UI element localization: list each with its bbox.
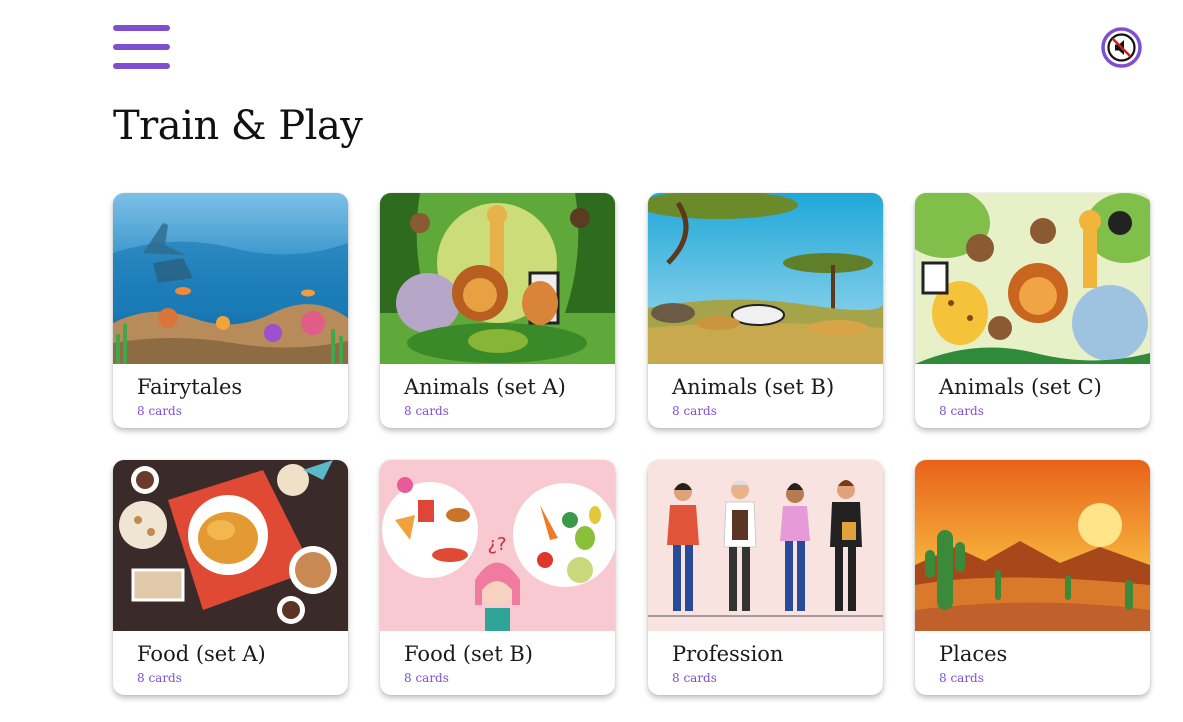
menu-bar bbox=[113, 63, 170, 69]
animals-set-b-thumbnail bbox=[648, 193, 883, 364]
card-count: 8 cards bbox=[404, 671, 449, 685]
fairytales-thumbnail bbox=[113, 193, 348, 364]
sound-toggle-button[interactable] bbox=[1101, 27, 1142, 68]
animals-set-c-thumbnail bbox=[915, 193, 1150, 364]
category-card-animals-set-c[interactable]: Animals (set C) 8 cards bbox=[915, 193, 1150, 428]
category-card-places[interactable]: Places 8 cards bbox=[915, 460, 1150, 695]
menu-button[interactable] bbox=[113, 25, 171, 71]
card-count: 8 cards bbox=[672, 404, 717, 418]
card-count: 8 cards bbox=[672, 671, 717, 685]
category-card-food-set-a[interactable]: Food (set A) 8 cards bbox=[113, 460, 348, 695]
menu-bar bbox=[113, 44, 170, 50]
places-thumbnail bbox=[915, 460, 1150, 631]
animals-set-a-thumbnail bbox=[380, 193, 615, 364]
food-set-b-thumbnail: ¿? bbox=[380, 460, 615, 631]
category-card-profession[interactable]: Profession 8 cards bbox=[648, 460, 883, 695]
profession-thumbnail bbox=[648, 460, 883, 631]
category-name: Animals (set A) bbox=[404, 375, 566, 399]
card-count: 8 cards bbox=[939, 671, 984, 685]
card-count: 8 cards bbox=[404, 404, 449, 418]
category-card-food-set-b[interactable]: ¿? Food (set B) 8 cards bbox=[380, 460, 615, 695]
food-set-a-thumbnail bbox=[113, 460, 348, 631]
category-card-animals-set-a[interactable]: Animals (set A) 8 cards bbox=[380, 193, 615, 428]
category-card-animals-set-b[interactable]: Animals (set B) 8 cards bbox=[648, 193, 883, 428]
category-name: Food (set A) bbox=[137, 642, 266, 666]
category-name: Places bbox=[939, 642, 1008, 666]
category-card-fairytales[interactable]: Fairytales 8 cards bbox=[113, 193, 348, 428]
category-name: Profession bbox=[672, 642, 784, 666]
category-name: Fairytales bbox=[137, 375, 243, 399]
card-count: 8 cards bbox=[137, 404, 182, 418]
page-title: Train & Play bbox=[113, 103, 363, 149]
menu-bar bbox=[113, 25, 170, 31]
card-count: 8 cards bbox=[939, 404, 984, 418]
category-name: Food (set B) bbox=[404, 642, 533, 666]
svg-text:¿?: ¿? bbox=[487, 534, 506, 555]
category-name: Animals (set B) bbox=[672, 375, 835, 399]
card-count: 8 cards bbox=[137, 671, 182, 685]
category-name: Animals (set C) bbox=[939, 375, 1102, 399]
sound-muted-icon bbox=[1101, 27, 1142, 68]
